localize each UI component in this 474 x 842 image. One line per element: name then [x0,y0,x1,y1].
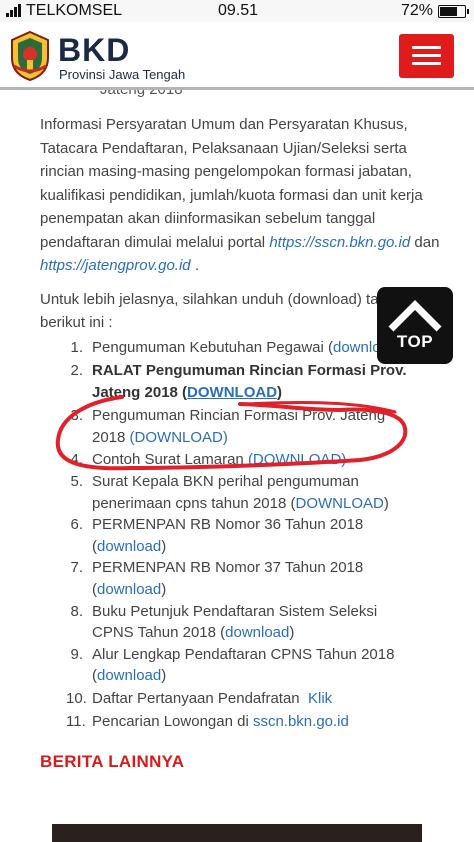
item-number: 5. [70,473,83,491]
download-link[interactable]: download [97,667,161,684]
download-link[interactable]: download [97,538,161,555]
link-sscn[interactable]: https://sscn.bkn.go.id [269,234,410,251]
item-number: 7. [70,559,83,577]
menu-button[interactable] [399,34,454,78]
download-link[interactable]: DOWNLOAD [295,495,383,512]
battery-icon [438,4,469,18]
signal-icon [6,4,22,18]
item-number: 6. [70,516,83,534]
item-number: 11. [66,712,86,730]
article-body: Jateng 2018 Informasi Persyaratan Umum d… [40,90,440,732]
intro-paragraph: Informasi Persyaratan Umum dan Persyarat… [40,113,440,278]
item-number: 1. [70,338,83,356]
brand-subtitle: Provinsi Jawa Tengah [59,67,186,82]
and-text: dan [410,233,440,251]
list-item: 5. Surat Kepala BKN perihal pengumuman pe… [70,471,410,514]
cut-off-line: Jateng 2018 [40,90,440,110]
item-close: ) [289,624,295,642]
item-text: Daftar Pertanyaan Pendafratan [92,690,308,707]
item-number: 8. [70,602,83,620]
item-text: Pencarian Lowongan di [92,712,253,730]
download-link[interactable]: download [97,581,161,598]
item-close: ) [161,537,167,555]
news-thumbnail[interactable] [52,824,422,842]
status-left: TELKOMSEL [6,2,122,20]
item-number: 9. [70,645,83,663]
battery-percent: 72% [400,2,433,19]
list-item: 2. RALAT Pengumuman Rincian Formasi Prov.… [70,360,410,403]
item-number: 3. [70,407,83,425]
klik-link[interactable]: Klik [308,690,332,707]
status-bar: TELKOMSEL 09.51 72% [0,0,474,22]
section-title: BERITA LAINNYA [40,752,185,771]
list-item: 4. Contoh Surat Lamaran (DOWNLOAD) [70,449,410,471]
item-text: Contoh Surat Lamaran [92,451,248,469]
download-link[interactable]: DOWNLOAD [187,384,277,401]
item-close: ) [383,494,389,512]
status-time: 09.51 [218,2,259,19]
hamburger-line [412,54,441,57]
item-close: ) [277,383,283,401]
link-jatengprov[interactable]: https://jatengprov.go.id [40,257,191,274]
item-number: 4. [70,451,83,469]
carrier-name: TELKOMSEL [26,2,123,19]
hamburger-line [412,62,441,65]
brand-name[interactable]: BKD [58,34,130,66]
hamburger-icon [412,46,441,49]
list-item: 1. Pengumuman Kebutuhan Pegawai (download [70,337,410,359]
scroll-to-top-button[interactable]: TOP [377,287,453,364]
logo-emblem-icon[interactable] [8,30,52,82]
sscn-link[interactable]: sscn.bkn.go.id [253,713,349,730]
end-dot: . [190,257,199,274]
more-text: Untuk lebih jelasnya, silahkan unduh (do… [40,290,408,332]
item-number: 10. [66,690,87,707]
item-close: ) [161,581,167,599]
list-item: 7. PERMENPAN RB Nomor 37 Tahun 2018 (down… [70,557,410,600]
download-link[interactable]: (DOWNLOAD) [248,451,346,468]
site-header: BKD Provinsi Jawa Tengah [0,22,474,90]
list-item: 11. Pencarian Lowongan di sscn.bkn.go.id [66,711,410,733]
item-text: Pengumuman Kebutuhan Pegawai ( [92,338,333,356]
item-close: ) [161,667,167,685]
download-link[interactable]: download [225,624,289,641]
cut-off-text: Jateng 2018 [100,90,183,102]
intro-text: Informasi Persyaratan Umum dan Persyarat… [40,116,423,251]
top-label: TOP [396,332,434,351]
download-link[interactable]: (DOWNLOAD) [130,429,228,446]
status-right: 72% [400,2,469,20]
download-list: 1. Pengumuman Kebutuhan Pegawai ( download… [66,337,410,733]
list-item: 8. Buku Petunjuk Pendaftaran Sistem Selek… [70,601,410,644]
list-item: 6. PERMENPAN RB Nomor 36 Tahun 2018 (down… [70,514,410,557]
list-item: 9. Alur Lengkap Pendaftaran CPNS Tahun 20… [70,644,410,687]
item-number: 2. [70,362,83,380]
list-item: 3. Pengumuman Rincian Formasi Prov. Jaten… [70,405,410,448]
list-item: 10. Daftar Pertanyaan Pendafratan Klik [66,688,410,710]
